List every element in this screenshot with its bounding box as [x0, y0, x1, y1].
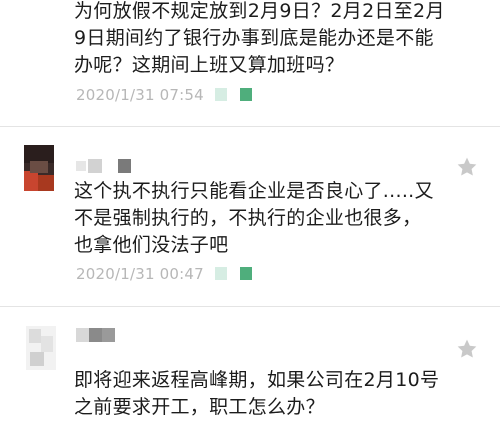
- username-redacted[interactable]: [76, 158, 136, 173]
- comment-text-line: 不是强制执行的，不执行的企业也很多，: [74, 207, 422, 229]
- comment-text-line: 即将迎来返程高峰期，如果公司在2月10号: [74, 369, 440, 391]
- star-icon[interactable]: [456, 156, 478, 178]
- comment-text-line: 这个执不执行只能看企业是否良心了.....又: [74, 180, 434, 202]
- badge-green-icon: [239, 88, 252, 101]
- comment-text: 即将迎来返程高峰期，如果公司在2月10号 之前要求开工，职工怎么办？: [74, 367, 474, 421]
- comment-item: 为何放假不规定放到2月9日？2月2日至2月 9日期间约了银行办事到底是能办还是不…: [0, 0, 500, 125]
- comment-timestamp: 2020/1/31 07:54: [76, 86, 204, 104]
- badge-light-icon: [214, 267, 227, 280]
- comment-text-line: 9日期间约了银行办事到底是能办还是不能: [74, 27, 434, 49]
- avatar[interactable]: [26, 326, 56, 370]
- comment-text-line: 为何放假不规定放到2月9日？2月2日至2月: [74, 0, 445, 22]
- comment-timestamp: 2020/1/31 00:47: [76, 265, 204, 283]
- username-redacted[interactable]: [76, 327, 116, 342]
- comment-meta: 2020/1/31 07:54: [76, 86, 252, 104]
- comment-text-line: 也拿他们没法子吧: [74, 234, 229, 256]
- comment-text: 这个执不执行只能看企业是否良心了.....又 不是强制执行的，不执行的企业也很多…: [74, 178, 474, 259]
- avatar[interactable]: [24, 145, 54, 191]
- badge-light-icon: [214, 88, 227, 101]
- star-icon[interactable]: [456, 338, 478, 360]
- comment-text: 为何放假不规定放到2月9日？2月2日至2月 9日期间约了银行办事到底是能办还是不…: [74, 0, 474, 79]
- comment-item: 这个执不执行只能看企业是否良心了.....又 不是强制执行的，不执行的企业也很多…: [0, 127, 500, 305]
- comment-meta: 2020/1/31 00:47: [76, 265, 252, 283]
- badge-green-icon: [239, 267, 252, 280]
- comment-text-line: 办呢？这期间上班又算加班吗？: [74, 54, 345, 76]
- comment-text-line: 之前要求开工，职工怎么办？: [74, 396, 325, 418]
- comment-item: 即将迎来返程高峰期，如果公司在2月10号 之前要求开工，职工怎么办？: [0, 307, 500, 430]
